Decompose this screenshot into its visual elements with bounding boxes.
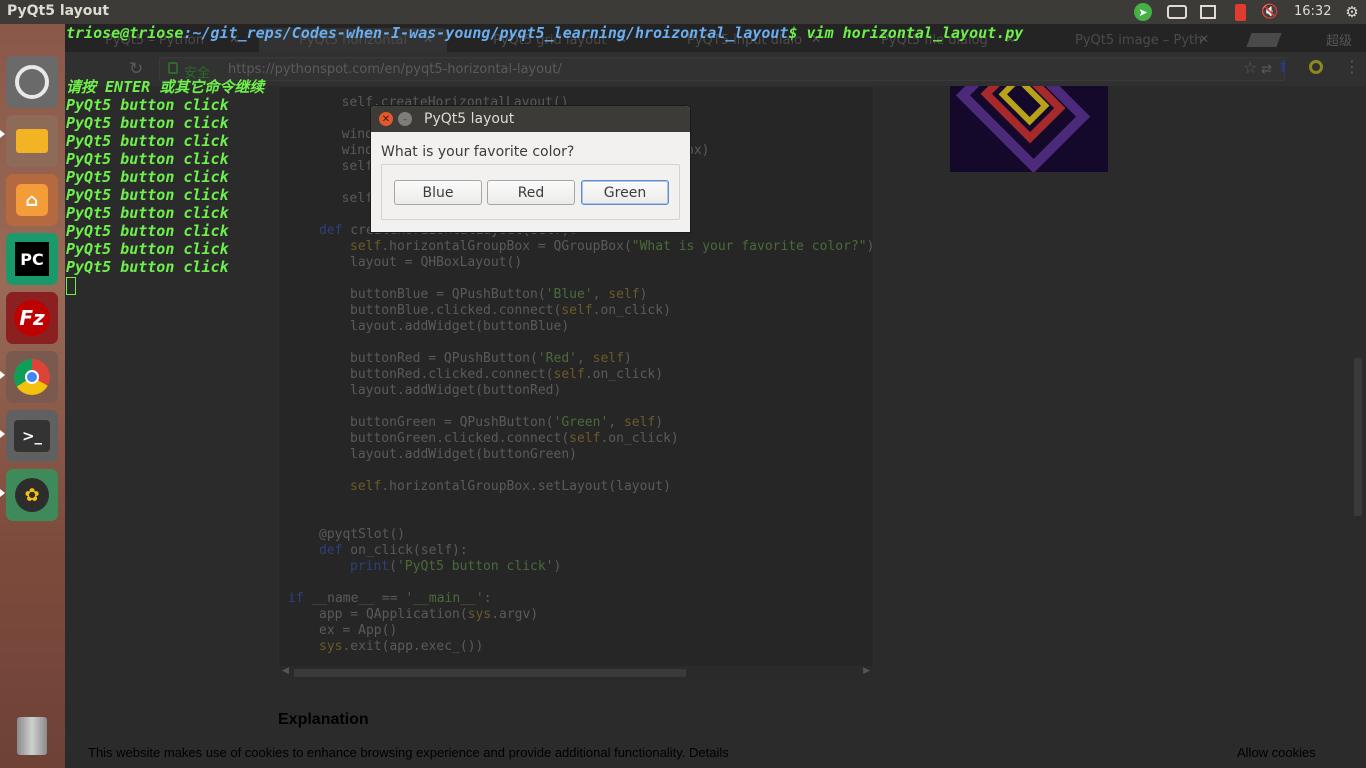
launcher: ⌂ PC Fz >_ ✿ <box>0 24 65 768</box>
system-gear-icon[interactable]: ⚙ <box>1342 3 1362 21</box>
running-indicator <box>0 489 5 497</box>
terminal-output-line: PyQt5 button click <box>66 240 229 258</box>
battery-icon[interactable] <box>1231 3 1249 21</box>
dialog-titlebar[interactable]: ✕ – PyQt5 layout <box>371 106 690 132</box>
running-indicator <box>0 371 5 379</box>
terminal-enter-prompt: 请按 ENTER 或其它命令继续 <box>66 78 265 96</box>
blue-button[interactable]: Blue <box>394 180 482 205</box>
color-groupbox: Blue Red Green <box>381 164 680 220</box>
terminal-output-line: PyQt5 button click <box>66 150 229 168</box>
system-settings-icon[interactable]: ✿ <box>6 469 58 521</box>
terminal-window[interactable]: PyQt5 – Python ✕ PyQt5 horizontal ✕ PyQt5 … <box>65 24 1366 768</box>
ubuntu-dash-icon[interactable] <box>6 56 58 108</box>
files-icon[interactable] <box>6 115 58 167</box>
window-title: PyQt5 layout <box>7 3 110 19</box>
terminal-output-line: PyQt5 button click <box>66 114 229 132</box>
dialog-title: PyQt5 layout <box>424 111 515 127</box>
minimize-button[interactable]: – <box>398 112 412 126</box>
terminal-output-line: PyQt5 button click <box>66 186 229 204</box>
terminal-output-line: PyQt5 button click <box>66 204 229 222</box>
filezilla-icon[interactable]: Fz <box>6 292 58 344</box>
window-tray-icon[interactable] <box>1198 3 1218 21</box>
terminal-cursor <box>66 277 76 295</box>
qt-dialog: ✕ – PyQt5 layout What is your favorite c… <box>371 106 690 232</box>
clock[interactable]: 16:32 <box>1294 4 1331 19</box>
terminal-prompt: triose@triose:~/git_reps/Codes-when-I-wa… <box>66 24 1024 42</box>
keyboard-tray-icon[interactable] <box>1166 3 1188 21</box>
pycharm-icon[interactable]: PC <box>6 233 58 285</box>
green-button[interactable]: Green <box>581 180 669 205</box>
telegram-tray-icon[interactable]: ➤ <box>1133 3 1153 21</box>
running-indicator <box>0 430 5 438</box>
terminal-output-line: PyQt5 button click <box>66 222 229 240</box>
close-button[interactable]: ✕ <box>379 112 393 126</box>
terminal-output-line: PyQt5 button click <box>66 96 229 114</box>
terminal-output-line: PyQt5 button click <box>66 132 229 150</box>
trash-icon[interactable] <box>6 710 58 762</box>
terminal-output-line: PyQt5 button click <box>66 258 229 276</box>
ubuntu-software-icon[interactable]: ⌂ <box>6 174 58 226</box>
terminal-icon[interactable]: >_ <box>6 410 58 462</box>
terminal-output-line: PyQt5 button click <box>66 168 229 186</box>
groupbox-title: What is your favorite color? <box>381 144 575 160</box>
volume-mute-icon[interactable]: 🔇 <box>1258 3 1282 21</box>
terminal-output: triose@triose:~/git_reps/Codes-when-I-wa… <box>65 24 1366 768</box>
running-indicator <box>0 130 5 138</box>
top-panel: PyQt5 layout ➤ 🔇 16:32 ⚙ <box>0 0 1366 24</box>
red-button[interactable]: Red <box>487 180 575 205</box>
chrome-icon[interactable] <box>6 351 58 403</box>
